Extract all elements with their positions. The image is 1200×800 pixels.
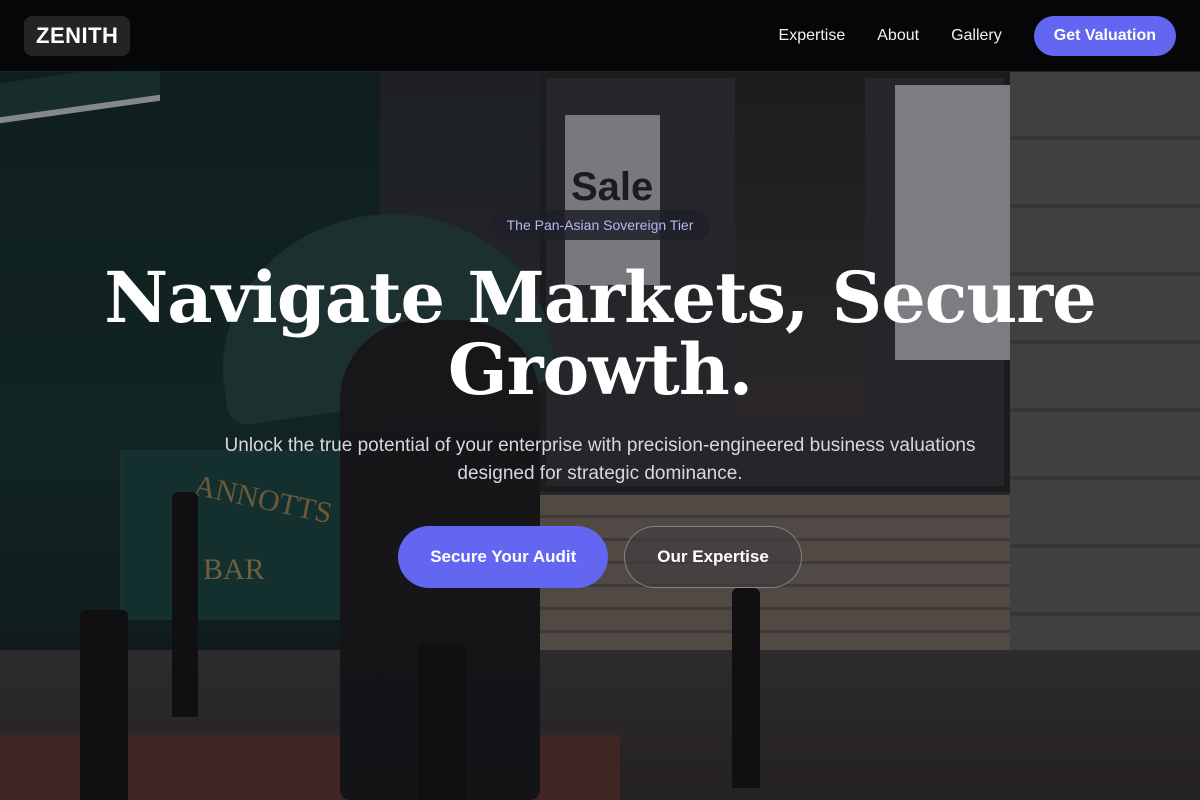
tier-badge: The Pan-Asian Sovereign Tier [490, 210, 710, 240]
secure-audit-button[interactable]: Secure Your Audit [398, 526, 609, 588]
our-expertise-button[interactable]: Our Expertise [624, 526, 802, 588]
hero-section: The Pan-Asian Sovereign Tier Navigate Ma… [0, 0, 1200, 800]
hero-headline: Navigate Markets, Secure Growth. [104, 256, 1096, 411]
hero-subtitle: Unlock the true potential of your enterp… [224, 435, 976, 484]
hero-actions: Secure Your Audit Our Expertise [0, 526, 1200, 588]
